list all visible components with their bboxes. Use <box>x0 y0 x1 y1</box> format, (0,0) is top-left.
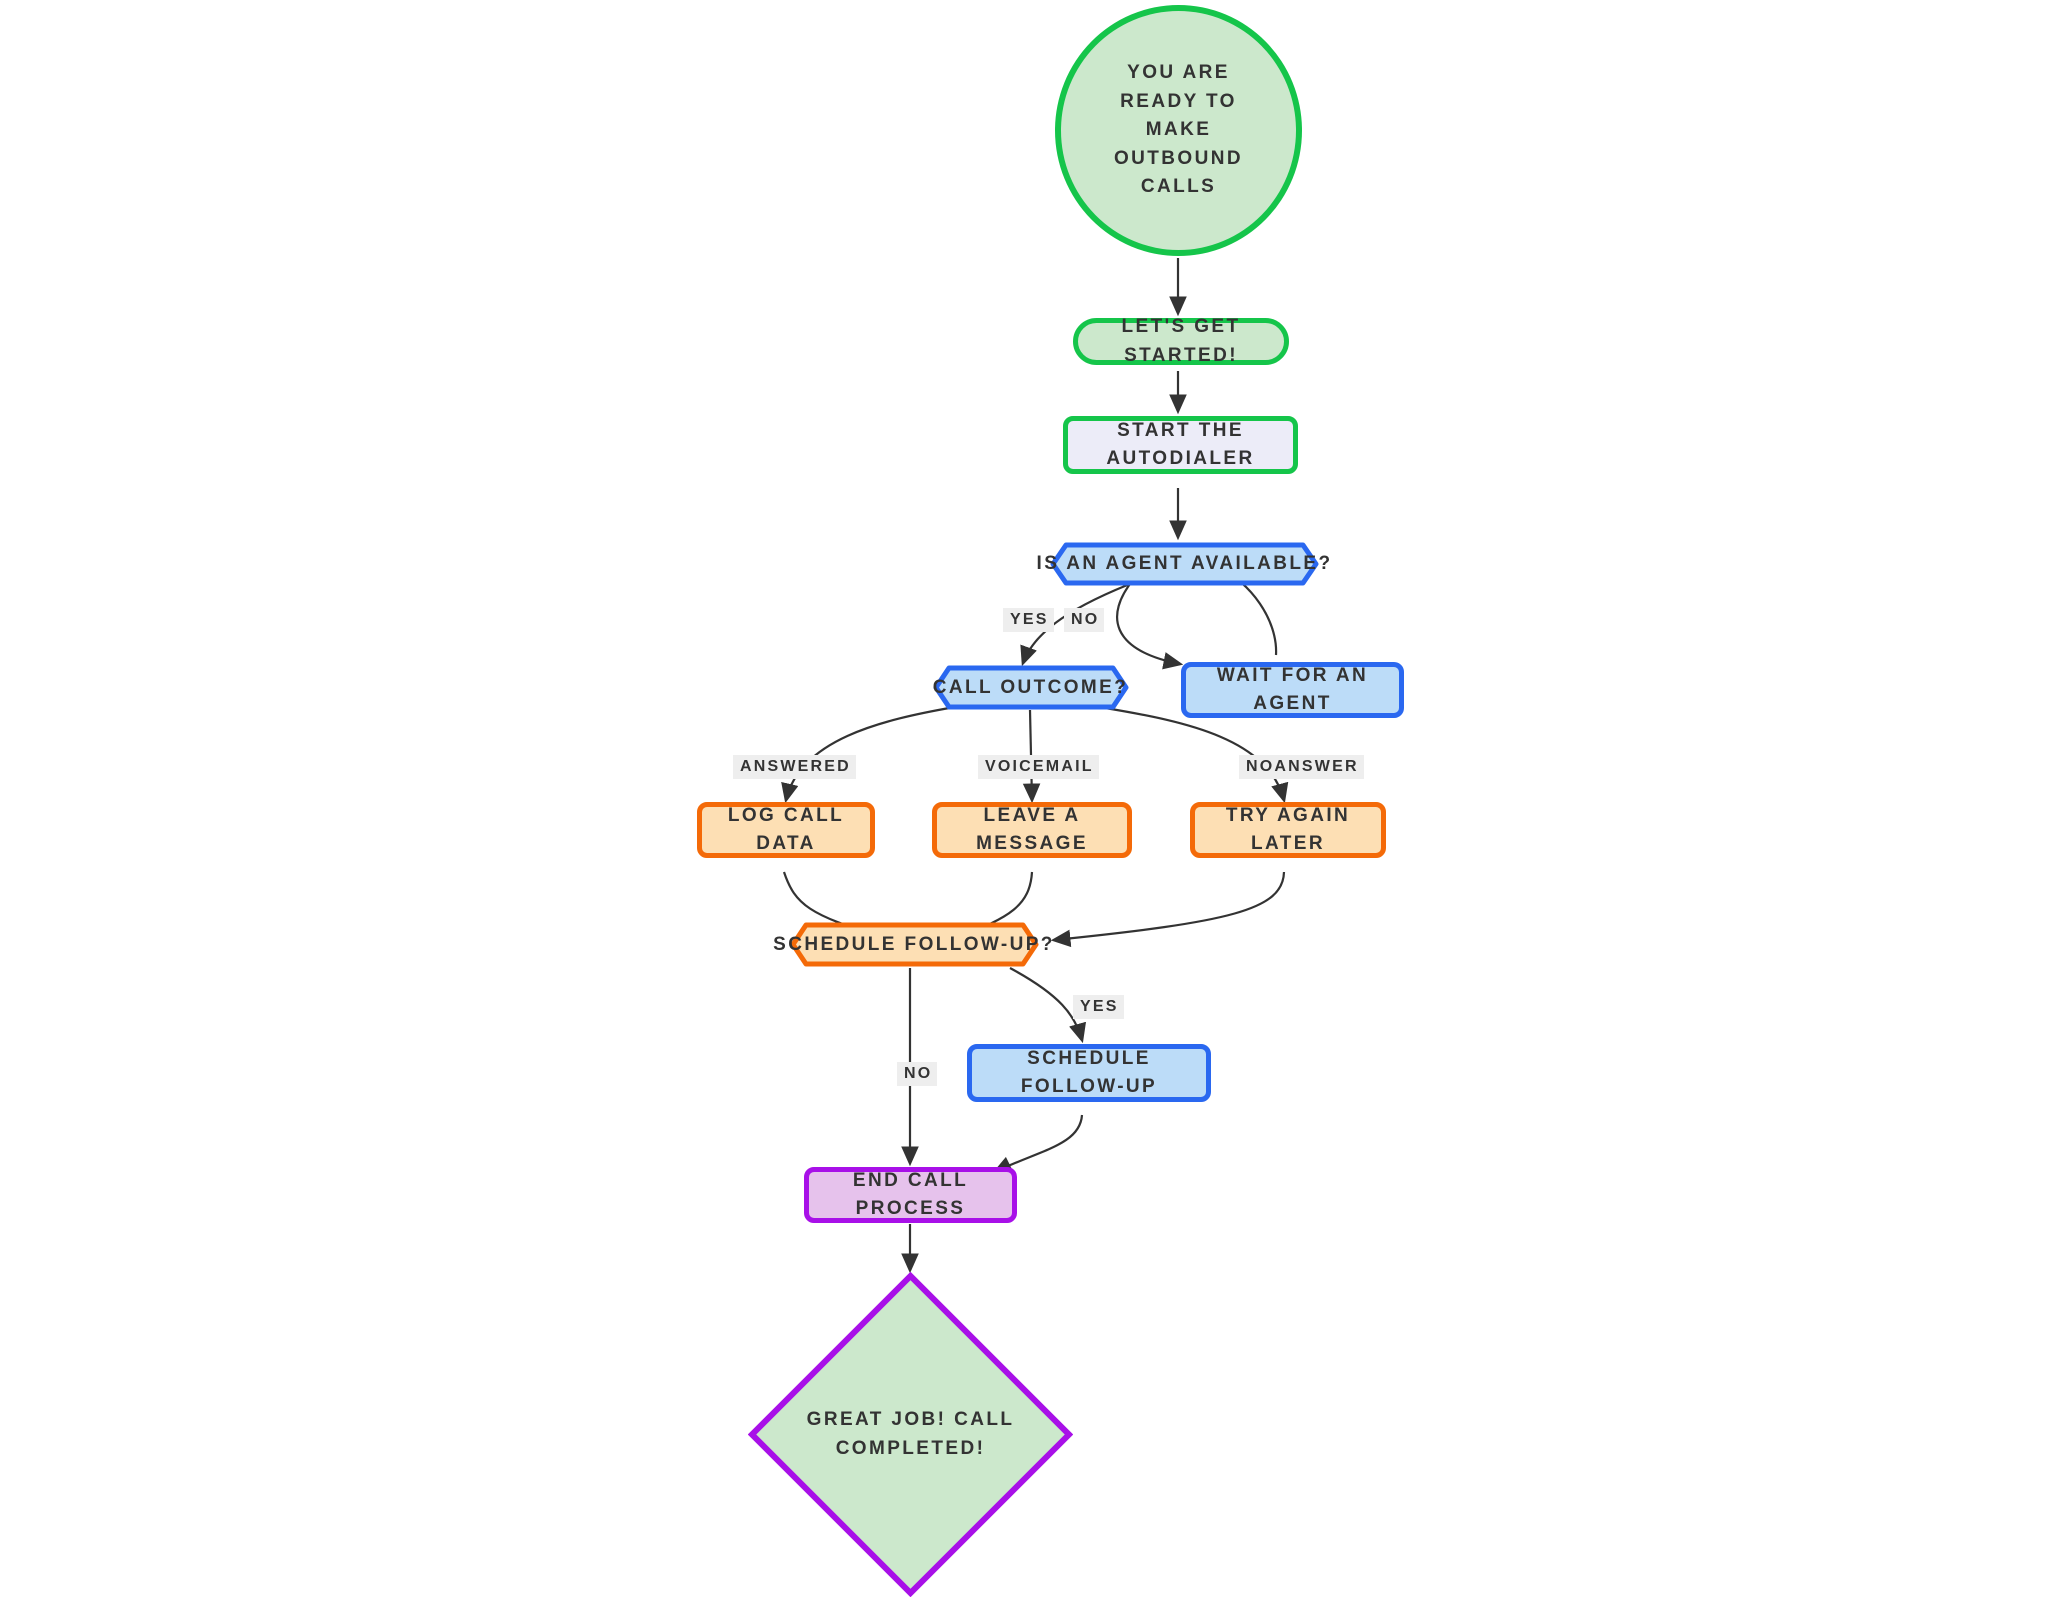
node-try-again-later[interactable]: TRY AGAIN LATER <box>1190 802 1386 858</box>
edge-label-followup-yes: YES <box>1073 995 1124 1019</box>
edge-label-voicemail: VOICEMAIL <box>978 755 1099 779</box>
edge-label-followup-no: NO <box>897 1062 938 1086</box>
edge-try-again-to-followup-q <box>1050 871 1286 948</box>
node-great-job-line2: COMPLETED! <box>835 1437 986 1459</box>
edge-call-outcome-answered <box>781 705 956 804</box>
edge-call-outcome-noanswer <box>1104 706 1289 804</box>
edge-label-answered: ANSWERED <box>733 755 856 779</box>
node-agent-available-label: IS AN AGENT AVAILABLE? <box>1036 553 1333 574</box>
node-great-job-line1: GREAT JOB! CALL <box>806 1409 1015 1430</box>
edge-label-agent-available-no: NO <box>1064 608 1105 632</box>
node-lets-get-started-label: LET'S GET STARTED! <box>1121 316 1241 366</box>
node-log-call-data[interactable]: LOG CALL DATA <box>697 802 875 858</box>
node-try-again-later-label: TRY AGAIN LATER <box>1225 804 1351 855</box>
node-great-job-label: GREAT JOB! CALL COMPLETED! <box>807 1406 1015 1463</box>
flowchart-canvas: YOU ARE READY TO MAKE OUTBOUND CALLS LET… <box>0 0 2072 1597</box>
node-start-circle-label: YOU ARE READY TO MAKE OUTBOUND CALLS <box>1114 62 1243 198</box>
node-schedule-followup-question[interactable]: SCHEDULE FOLLOW-UP? <box>773 922 1052 967</box>
node-call-outcome[interactable]: CALL OUTCOME? <box>932 665 1129 710</box>
node-schedule-followup-label: SCHEDULE FOLLOW-UP <box>1020 1047 1158 1098</box>
edge-followup-q-yes <box>1009 967 1087 1044</box>
node-great-job[interactable]: GREAT JOB! CALL COMPLETED! <box>748 1272 1073 1597</box>
node-agent-available[interactable]: IS AN AGENT AVAILABLE? <box>1037 542 1330 586</box>
node-log-call-data-label: LOG CALL DATA <box>727 804 845 855</box>
node-wait-for-agent-label: WAIT FOR AN AGENT <box>1216 664 1369 715</box>
node-schedule-followup-question-label: SCHEDULE FOLLOW-UP? <box>773 933 1055 955</box>
node-leave-a-message-label: LEAVE A MESSAGE <box>976 804 1088 855</box>
node-end-call-process-label: END CALL PROCESS <box>852 1169 969 1220</box>
node-end-call-process[interactable]: END CALL PROCESS <box>804 1167 1017 1223</box>
node-call-outcome-label: CALL OUTCOME? <box>932 676 1129 698</box>
edge-label-agent-available-yes: YES <box>1003 608 1054 632</box>
edge-label-noanswer: NOANSWER <box>1239 755 1364 779</box>
edge-followup-to-end-call <box>992 1114 1084 1174</box>
node-start-autodialer[interactable]: START THE AUTODIALER <box>1063 416 1298 474</box>
node-wait-for-agent[interactable]: WAIT FOR AN AGENT <box>1181 662 1404 718</box>
node-start-circle[interactable]: YOU ARE READY TO MAKE OUTBOUND CALLS <box>1055 5 1302 256</box>
node-leave-a-message[interactable]: LEAVE A MESSAGE <box>932 802 1132 858</box>
node-lets-get-started[interactable]: LET'S GET STARTED! <box>1073 316 1289 366</box>
node-start-autodialer-label: START THE AUTODIALER <box>1106 419 1255 470</box>
node-schedule-followup[interactable]: SCHEDULE FOLLOW-UP <box>967 1044 1211 1102</box>
edge-agent-available-no <box>1116 579 1184 670</box>
